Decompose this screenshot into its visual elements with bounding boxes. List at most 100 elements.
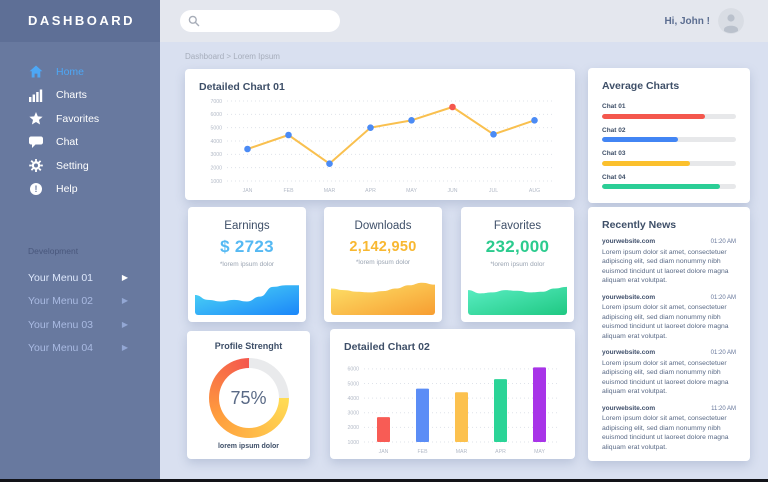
submenu-arrow-icon: ▶ xyxy=(122,297,128,305)
svg-text:4000: 4000 xyxy=(347,396,359,402)
downloads-area-chart xyxy=(331,275,435,315)
news-body: Lorem ipsum dolor sit amet, consectetuer… xyxy=(602,248,736,286)
sidebar-item-label: Your Menu 03 xyxy=(28,319,93,331)
breadcrumb: Dashboard > Lorem Ipsum xyxy=(185,52,280,61)
news-source[interactable]: yourwebsite.com xyxy=(602,349,655,356)
news-item: yourwebsite.com 11:20 AM Lorem ipsum dolo… xyxy=(602,405,736,453)
donut-hole: 75% xyxy=(219,368,279,428)
sidebar-item-chat[interactable]: Chat xyxy=(0,131,160,155)
svg-text:2000: 2000 xyxy=(347,425,359,431)
svg-text:3000: 3000 xyxy=(347,411,359,417)
sidebar-item-home[interactable]: Home xyxy=(0,60,160,84)
progress-fill xyxy=(602,114,705,119)
average-charts-card: Average Charts Chat 01 Chat 02 Chat 03 C… xyxy=(588,68,750,203)
svg-text:5000: 5000 xyxy=(347,381,359,387)
sidebar-item-help[interactable]: ! Help xyxy=(0,178,160,202)
progress-track xyxy=(602,184,736,189)
sidebar-item-label: Your Menu 02 xyxy=(28,295,93,307)
sidebar-item-label: Home xyxy=(56,66,84,78)
svg-text:APR: APR xyxy=(365,188,376,194)
detailed-chart-01-card: Detailed Chart 01 1000200030004000500060… xyxy=(185,69,575,200)
svg-text:5000: 5000 xyxy=(210,125,222,131)
stat-title: Earnings xyxy=(188,220,306,232)
news-source[interactable]: yourwebsite.com xyxy=(602,405,655,412)
news-item: yourwebsite.com 01:20 AM Lorem ipsum dolo… xyxy=(602,294,736,342)
sidebar-item-your-menu-04[interactable]: Your Menu 04 ▶ xyxy=(0,337,160,361)
svg-text:2000: 2000 xyxy=(210,165,222,171)
news-source[interactable]: yourwebsite.com xyxy=(602,238,655,245)
svg-text:FEB: FEB xyxy=(417,449,428,455)
search-bar[interactable] xyxy=(180,10,340,32)
progress-list: Chat 01 Chat 02 Chat 03 Chat 04 xyxy=(588,92,750,189)
news-time: 11:20 AM xyxy=(711,406,736,412)
sidebar-item-your-menu-01[interactable]: Your Menu 01 ▶ xyxy=(0,266,160,290)
stat-title: Favorites xyxy=(461,220,574,232)
progress-track xyxy=(602,137,736,142)
sidebar-item-setting[interactable]: Setting xyxy=(0,154,160,178)
progress-track xyxy=(602,114,736,119)
donut-chart: 75% xyxy=(209,358,289,438)
svg-text:JUL: JUL xyxy=(489,188,498,194)
progress-track xyxy=(602,161,736,166)
svg-text:JUN: JUN xyxy=(447,188,457,194)
bar-chart-svg: 100020003000400050006000JANFEBMARAPRMAY xyxy=(336,355,569,455)
sidebar-item-label: Your Menu 04 xyxy=(28,342,93,354)
svg-text:1000: 1000 xyxy=(347,440,359,446)
sidebar-item-label: Setting xyxy=(56,160,89,172)
search-input[interactable] xyxy=(206,16,332,26)
news-time: 01:20 AM xyxy=(711,350,736,356)
stat-caption: *lorem ipsum dolor xyxy=(461,261,574,268)
sidebar-item-label: Your Menu 01 xyxy=(28,272,93,284)
svg-text:6000: 6000 xyxy=(210,112,222,118)
progress-fill xyxy=(602,184,720,189)
svg-text:4000: 4000 xyxy=(210,139,222,145)
svg-text:3000: 3000 xyxy=(210,152,222,158)
sidebar-item-label: Favorites xyxy=(56,113,99,125)
avatar[interactable] xyxy=(718,8,744,34)
sidebar: DASHBOARD Home Charts Favorites Chat xyxy=(0,0,160,482)
news-body: Lorem ipsum dolor sit amet, consectetuer… xyxy=(602,414,736,452)
favorites-area-chart xyxy=(468,275,567,315)
progress-label: Chat 04 xyxy=(602,174,736,181)
gear-icon xyxy=(28,159,44,173)
sidebar-item-favorites[interactable]: Favorites xyxy=(0,107,160,131)
svg-text:6000: 6000 xyxy=(347,367,359,373)
line-chart-svg: 1000200030004000500060007000JANFEBMARAPR… xyxy=(193,95,567,195)
stat-caption: *lorem ipsum dolor xyxy=(324,259,442,266)
sidebar-item-your-menu-03[interactable]: Your Menu 03 ▶ xyxy=(0,313,160,337)
progress-row: Chat 03 xyxy=(602,150,736,166)
earnings-card: Earnings $ 2723 *lorem ipsum dolor xyxy=(188,207,306,322)
search-icon xyxy=(188,15,200,27)
news-body: Lorem ipsum dolor sit amet, consectetuer… xyxy=(602,303,736,341)
card-title: Profile Strenght xyxy=(187,341,310,351)
svg-text:MAY: MAY xyxy=(534,449,545,455)
news-time: 01:20 AM xyxy=(711,295,736,301)
news-list: yourwebsite.com 01:20 AM Lorem ipsum dolo… xyxy=(588,231,750,452)
favorites-card: Favorites 232,000 *lorem ipsum dolor xyxy=(461,207,574,322)
svg-text:MAR: MAR xyxy=(456,449,468,455)
submenu-arrow-icon: ▶ xyxy=(122,344,128,352)
svg-text:FEB: FEB xyxy=(283,188,294,194)
card-title: Detailed Chart 02 xyxy=(330,329,575,353)
svg-text:JAN: JAN xyxy=(379,449,389,455)
user-greeting: Hi, John ! xyxy=(664,0,710,42)
sidebar-item-label: Help xyxy=(56,183,78,195)
progress-label: Chat 01 xyxy=(602,103,736,110)
star-icon xyxy=(28,112,44,126)
recently-news-card: Recently News yourwebsite.com01:20 AM Lo… xyxy=(588,207,750,461)
sidebar-item-charts[interactable]: Charts xyxy=(0,84,160,108)
stat-value: $ 2723 xyxy=(188,237,306,257)
news-time: 01:20 AM xyxy=(711,239,736,245)
stat-caption: *lorem ipsum dolor xyxy=(188,261,306,268)
sidebar-item-label: Charts xyxy=(56,89,87,101)
app-brand: DASHBOARD xyxy=(0,0,160,42)
news-source[interactable]: yourwebsite.com xyxy=(602,294,655,301)
profile-caption: lorem ipsum dolor xyxy=(187,443,310,450)
downloads-card: Downloads 2,142,950 *lorem ipsum dolor xyxy=(324,207,442,322)
home-icon xyxy=(28,65,44,79)
progress-fill xyxy=(602,137,678,142)
progress-row: Chat 04 xyxy=(602,174,736,190)
sidebar-item-your-menu-02[interactable]: Your Menu 02 ▶ xyxy=(0,290,160,314)
topbar: Hi, John ! xyxy=(160,0,768,42)
card-title: Detailed Chart 01 xyxy=(185,69,575,93)
